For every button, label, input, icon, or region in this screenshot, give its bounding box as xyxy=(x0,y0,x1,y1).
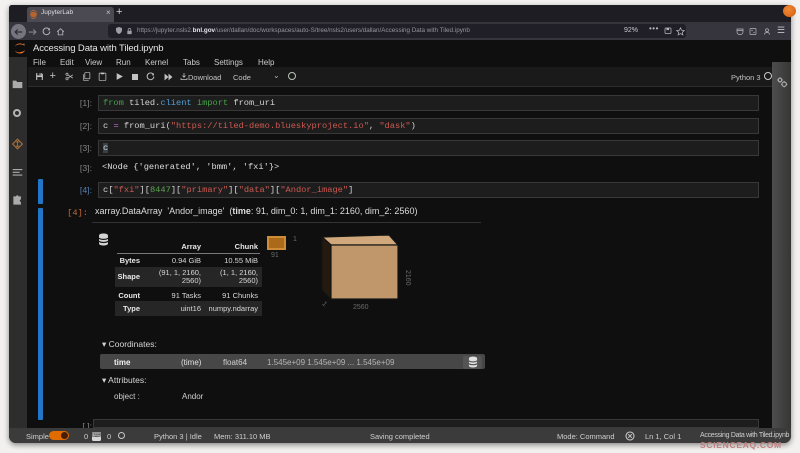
svg-text:2160: 2160 xyxy=(404,270,411,286)
svg-text:1: 1 xyxy=(320,300,328,308)
svg-text:2560: 2560 xyxy=(353,304,369,311)
